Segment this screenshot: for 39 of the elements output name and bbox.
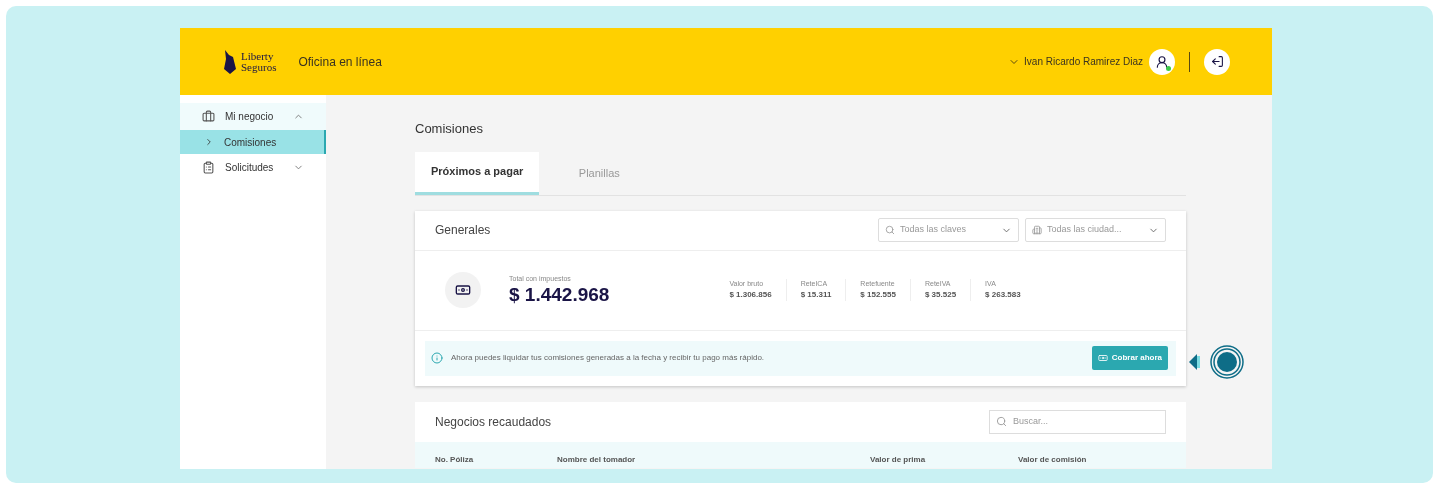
logo[interactable]: Liberty Seguros (222, 48, 277, 75)
chevron-right-icon (204, 137, 214, 147)
breakdown-value: $ 35.525 (924, 289, 957, 302)
logout-icon (1210, 55, 1224, 68)
pointer-triangle-icon (1189, 354, 1201, 370)
user-icon (1155, 54, 1169, 69)
statue-logo-icon (222, 48, 238, 75)
building-icon (1032, 225, 1042, 235)
breakdown-value: $ 152.555 (860, 289, 896, 302)
page-title: Comisiones (415, 120, 484, 138)
briefcase-icon (202, 110, 215, 123)
breakdown-value: $ 1.306.856 (729, 289, 772, 302)
column-header: No. Póliza (435, 453, 475, 466)
user-name[interactable]: Ivan Ricardo Ramirez Diaz (1024, 54, 1143, 69)
sidebar-item[interactable]: Mi negocio (180, 103, 326, 130)
tab[interactable]: Próximos a pagar (415, 151, 540, 195)
banknote-icon (1097, 353, 1108, 363)
column-header: Valor de comisión (1018, 453, 1088, 466)
notice-text: Ahora puedes liquidar tus comisiones generadas a la fecha y recibir tu pago más rápido. (451, 352, 765, 364)
card-title: Negocios recaudados (435, 413, 552, 431)
search-icon (885, 225, 895, 235)
column-header: Nombre del tomador (557, 453, 637, 466)
search-icon (996, 416, 1007, 427)
banknote-icon (455, 282, 471, 298)
logo-text: Liberty (241, 50, 275, 62)
breakdown-value: $ 15.311 (800, 289, 832, 302)
sidebar-subitem[interactable]: Comisiones (180, 130, 326, 154)
column-header: Valor de prima (870, 453, 927, 466)
info-icon (431, 352, 443, 364)
app-name: Oficina en línea (298, 53, 382, 71)
logout-button[interactable] (1204, 48, 1230, 75)
card-title: Generales (435, 222, 491, 239)
user-avatar[interactable] (1149, 48, 1175, 75)
logo-text: Seguros (241, 61, 277, 73)
clipboard-icon (202, 161, 215, 174)
breakdown-value: $ 263.583 (985, 289, 1021, 302)
sidebar-item[interactable]: Solicitudes (180, 154, 326, 181)
total-amount: $ 1.442.968 (509, 284, 610, 307)
target-icon[interactable] (1209, 344, 1245, 380)
